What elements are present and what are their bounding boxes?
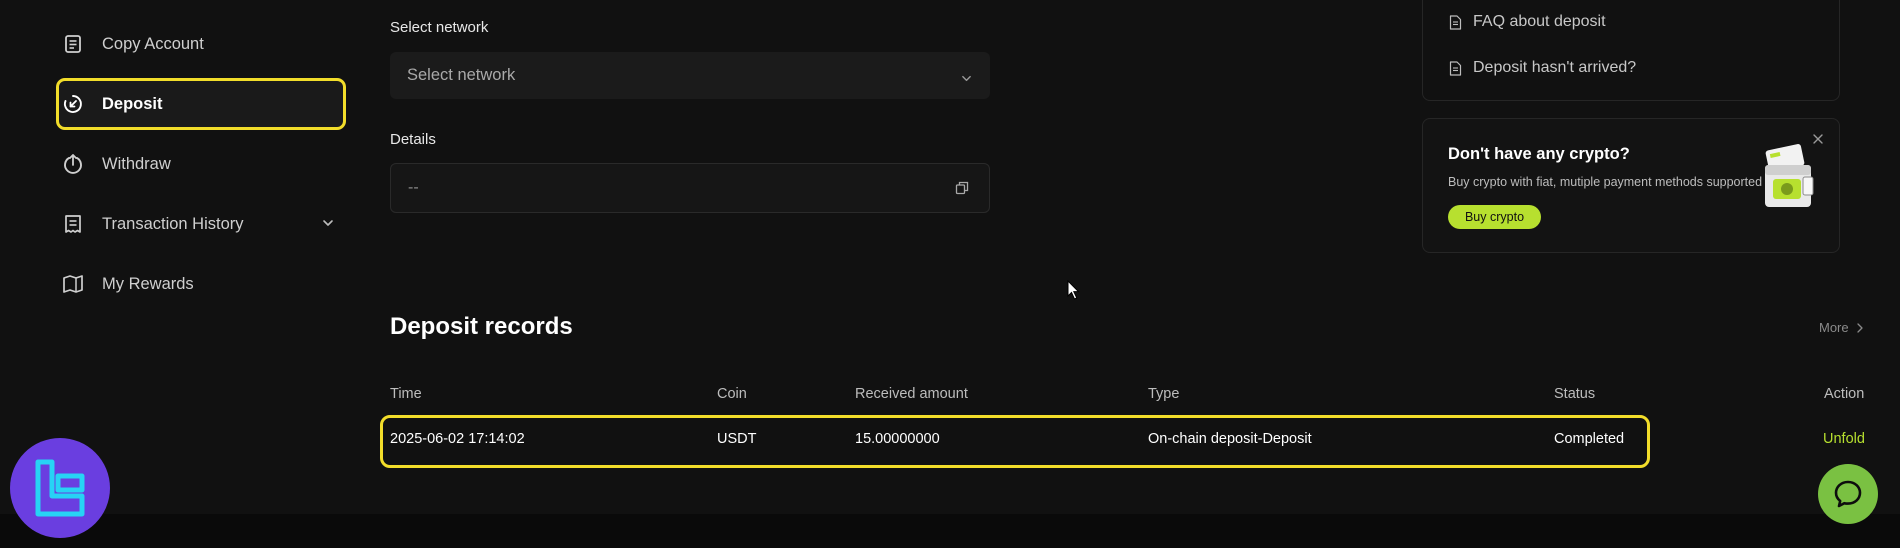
mouse-cursor-icon — [1067, 279, 1081, 305]
sidebar-item-withdraw[interactable]: Withdraw — [56, 138, 346, 190]
row-status: Completed — [1554, 431, 1625, 447]
sidebar-item-label: My Rewards — [102, 274, 194, 293]
brand-logo-icon — [10, 438, 110, 538]
chevron-right-icon — [1856, 322, 1864, 333]
more-link-label: More — [1819, 320, 1849, 335]
chevron-down-icon — [961, 70, 972, 89]
copy-account-icon — [62, 33, 84, 55]
more-link[interactable]: More — [1819, 320, 1864, 335]
sidebar-item-label: Transaction History — [102, 214, 244, 233]
sidebar-item-transaction-history[interactable]: Transaction History — [56, 198, 346, 250]
document-icon — [1449, 60, 1462, 76]
sidebar-item-label: Withdraw — [102, 154, 171, 173]
column-header-status: Status — [1554, 386, 1596, 402]
chat-support-button[interactable] — [1818, 464, 1878, 524]
details-label: Details — [390, 131, 436, 148]
row-coin: USDT — [717, 431, 757, 447]
details-value: -- — [408, 179, 419, 196]
rewards-icon — [62, 273, 84, 295]
deposit-not-arrived-label: Deposit hasn't arrived? — [1473, 59, 1637, 76]
faq-link[interactable]: FAQ about deposit — [1449, 13, 1606, 31]
help-panel: FAQ about deposit Deposit hasn't arrived… — [1422, 0, 1840, 101]
unfold-link[interactable]: Unfold — [1823, 431, 1865, 447]
receipt-icon — [62, 213, 84, 235]
column-header-time: Time — [390, 386, 422, 402]
row-type: On-chain deposit-Deposit — [1148, 431, 1312, 447]
column-header-coin: Coin — [717, 386, 747, 402]
records-title: Deposit records — [390, 313, 573, 340]
chevron-down-icon[interactable] — [322, 215, 334, 234]
sidebar-item-deposit[interactable]: Deposit — [56, 78, 346, 130]
network-select[interactable]: Select network — [390, 52, 990, 99]
copy-icon[interactable] — [955, 181, 969, 200]
sidebar-item-copy-account[interactable]: Copy Account — [56, 18, 346, 70]
promo-subtitle: Buy crypto with fiat, mutiple payment me… — [1448, 175, 1763, 189]
buy-crypto-button[interactable]: Buy crypto — [1448, 205, 1541, 229]
row-amount: 15.00000000 — [855, 431, 940, 447]
deposit-icon — [62, 93, 84, 115]
column-header-received-amount: Received amount — [855, 386, 968, 402]
faq-link-label: FAQ about deposit — [1473, 13, 1606, 30]
details-field: -- — [390, 163, 990, 213]
footer-band — [0, 514, 1900, 548]
chat-bubble-icon — [1832, 478, 1864, 510]
row-time: 2025-06-02 17:14:02 — [390, 431, 525, 447]
document-icon — [1449, 14, 1462, 30]
network-label: Select network — [390, 19, 489, 36]
network-select-placeholder: Select network — [407, 66, 516, 84]
sidebar-item-label: Deposit — [102, 94, 163, 113]
sidebar-nav: Copy Account Deposit Withdraw Transactio… — [0, 0, 360, 514]
promo-title: Don't have any crypto? — [1448, 145, 1630, 163]
buy-crypto-promo: Don't have any crypto? Buy crypto with f… — [1422, 118, 1840, 253]
column-header-action: Action — [1824, 386, 1865, 402]
column-header-type: Type — [1148, 386, 1180, 402]
wallet-card-illustration-icon — [1759, 143, 1819, 218]
deposit-not-arrived-link[interactable]: Deposit hasn't arrived? — [1449, 59, 1636, 77]
sidebar-item-my-rewards[interactable]: My Rewards — [56, 258, 346, 310]
deposit-page: Copy Account Deposit Withdraw Transactio… — [0, 0, 1900, 548]
table-row — [380, 415, 1650, 468]
sidebar-item-label: Copy Account — [102, 34, 204, 53]
withdraw-icon — [62, 153, 84, 175]
